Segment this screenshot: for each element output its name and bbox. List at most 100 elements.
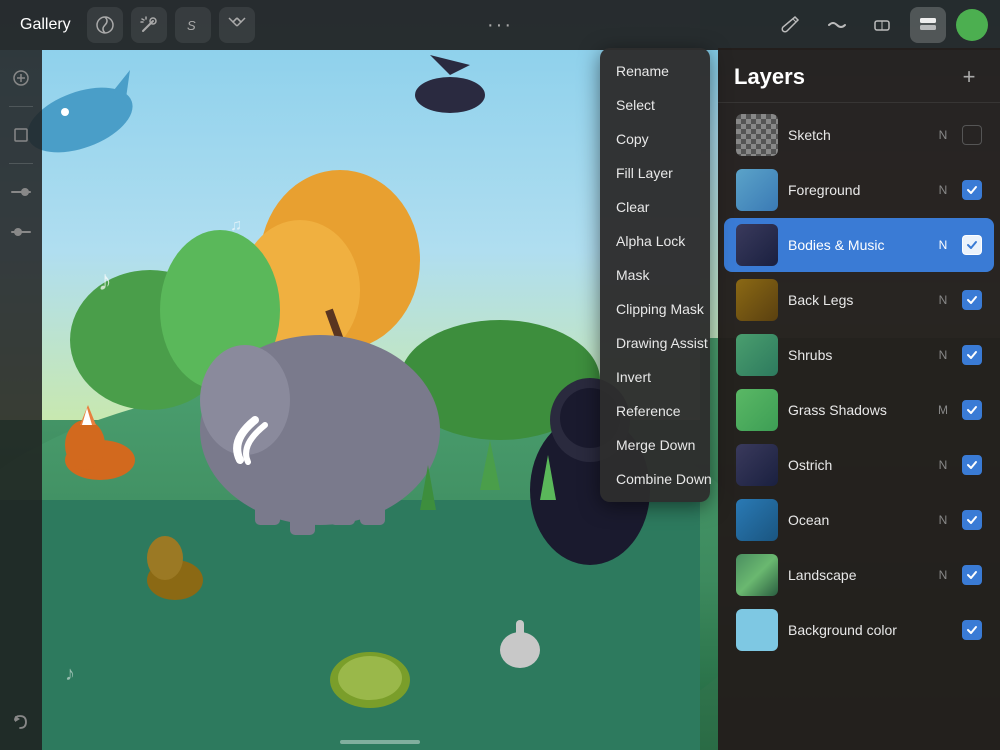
drawing-assist-item[interactable]: Drawing Assist	[600, 326, 710, 360]
layer-name: Ocean	[788, 512, 924, 528]
rect-tool-button[interactable]	[5, 119, 37, 151]
layer-name: Back Legs	[788, 292, 924, 308]
selection-button[interactable]: S	[175, 7, 211, 43]
eraser-icon	[871, 14, 893, 36]
brush-button[interactable]	[772, 7, 808, 43]
smudge-icon	[825, 14, 847, 36]
layer-name: Ostrich	[788, 457, 924, 473]
layer-name: Grass Shadows	[788, 402, 924, 418]
layer-visibility-checkbox[interactable]	[962, 400, 982, 420]
toolbar-center: ···	[487, 14, 513, 37]
checkmark-icon	[966, 184, 978, 196]
svg-text:S: S	[187, 18, 196, 33]
layer-visibility-checkbox[interactable]	[962, 235, 982, 255]
adjust-icon	[95, 15, 115, 35]
layer-mode: N	[934, 128, 952, 142]
layer-name: Shrubs	[788, 347, 924, 363]
layer-visibility-checkbox[interactable]	[962, 125, 982, 145]
copy-item[interactable]: Copy	[600, 122, 710, 156]
dot-menu[interactable]: ···	[487, 14, 513, 37]
layer-item[interactable]: Ostrich N	[724, 438, 994, 492]
svg-text:♪: ♪	[65, 663, 75, 685]
layer-thumbnail	[736, 609, 778, 651]
opacity-slider-icon	[11, 188, 31, 196]
add-layer-button[interactable]: +	[954, 62, 984, 92]
layer-name: Foreground	[788, 182, 924, 198]
layers-header: Layers +	[718, 48, 1000, 103]
adjustments-button[interactable]	[87, 7, 123, 43]
layers-list: SketchNForegroundNBodies & MusicNBack Le…	[718, 103, 1000, 750]
invert-item[interactable]: Invert	[600, 360, 710, 394]
layers-tool-icon	[917, 14, 939, 36]
rename-item[interactable]: Rename	[600, 54, 710, 88]
layers-panel: Layers + SketchN Foreground N Bodies & Musi…	[718, 48, 1000, 750]
gallery-button[interactable]: Gallery	[12, 12, 79, 38]
layer-item[interactable]: LandscapeN	[724, 548, 994, 602]
context-menu: RenameSelectCopyFill LayerClearAlpha Loc…	[600, 48, 710, 502]
layer-visibility-checkbox[interactable]	[962, 455, 982, 475]
layer-thumbnail	[736, 169, 778, 211]
mask-item[interactable]: Mask	[600, 258, 710, 292]
top-toolbar: Gallery S ···	[0, 0, 1000, 50]
layer-name: Bodies & Music	[788, 237, 924, 253]
layer-item[interactable]: Background color	[724, 603, 994, 657]
layer-item[interactable]: OceanN	[724, 493, 994, 547]
reference-item[interactable]: Reference	[600, 394, 710, 428]
left-sidebar	[0, 50, 42, 750]
merge-down-item[interactable]: Merge Down	[600, 428, 710, 462]
undo-icon	[11, 712, 31, 732]
layer-item[interactable]: ShrubsN	[724, 328, 994, 382]
layer-mode: N	[934, 293, 952, 307]
layer-mode: N	[934, 183, 952, 197]
checkmark-icon	[966, 514, 978, 526]
layer-item[interactable]: Foreground N	[724, 163, 994, 217]
opacity-slider-button[interactable]	[5, 176, 37, 208]
select-item[interactable]: Select	[600, 88, 710, 122]
layer-item[interactable]: Back Legs N	[724, 273, 994, 327]
smudge-button[interactable]	[818, 7, 854, 43]
undo-button[interactable]	[5, 706, 37, 738]
color-picker-dot[interactable]	[956, 9, 988, 41]
layer-name: Background color	[788, 622, 924, 638]
layer-item[interactable]: Bodies & MusicN	[724, 218, 994, 272]
layer-thumbnail	[736, 114, 778, 156]
alpha-lock-item[interactable]: Alpha Lock	[600, 224, 710, 258]
toolbar-left: Gallery S	[12, 7, 772, 43]
modify-tool-button[interactable]	[5, 62, 37, 94]
layer-visibility-checkbox[interactable]	[962, 510, 982, 530]
size-slider-icon	[11, 228, 31, 236]
brush-icon	[779, 14, 801, 36]
modify-icon	[12, 69, 30, 87]
svg-text:♪: ♪	[98, 265, 112, 296]
layer-visibility-checkbox[interactable]	[962, 180, 982, 200]
checkmark-icon	[966, 569, 978, 581]
transform-button[interactable]	[219, 7, 255, 43]
layer-mode: N	[934, 568, 952, 582]
checkmark-icon	[966, 404, 978, 416]
layer-item[interactable]: Grass ShadowsM	[724, 383, 994, 437]
layer-thumbnail	[736, 334, 778, 376]
layer-visibility-checkbox[interactable]	[962, 290, 982, 310]
checkmark-icon	[966, 239, 978, 251]
clipping-mask-item[interactable]: Clipping Mask	[600, 292, 710, 326]
checkmark-icon	[966, 349, 978, 361]
layer-thumbnail	[736, 499, 778, 541]
layer-mode: N	[934, 458, 952, 472]
rect-icon	[12, 126, 30, 144]
layer-thumbnail	[736, 279, 778, 321]
layer-visibility-checkbox[interactable]	[962, 620, 982, 640]
clear-item[interactable]: Clear	[600, 190, 710, 224]
magic-wand-button[interactable]	[131, 7, 167, 43]
sidebar-divider-2	[9, 163, 33, 164]
layers-title: Layers	[734, 64, 805, 90]
fill-layer-item[interactable]: Fill Layer	[600, 156, 710, 190]
eraser-button[interactable]	[864, 7, 900, 43]
layer-visibility-checkbox[interactable]	[962, 345, 982, 365]
layer-item[interactable]: SketchN	[724, 108, 994, 162]
layer-thumbnail	[736, 444, 778, 486]
size-slider-button[interactable]	[5, 216, 37, 248]
layer-visibility-checkbox[interactable]	[962, 565, 982, 585]
combine-down-item[interactable]: Combine Down	[600, 462, 710, 496]
layers-button[interactable]	[910, 7, 946, 43]
layer-thumbnail	[736, 224, 778, 266]
